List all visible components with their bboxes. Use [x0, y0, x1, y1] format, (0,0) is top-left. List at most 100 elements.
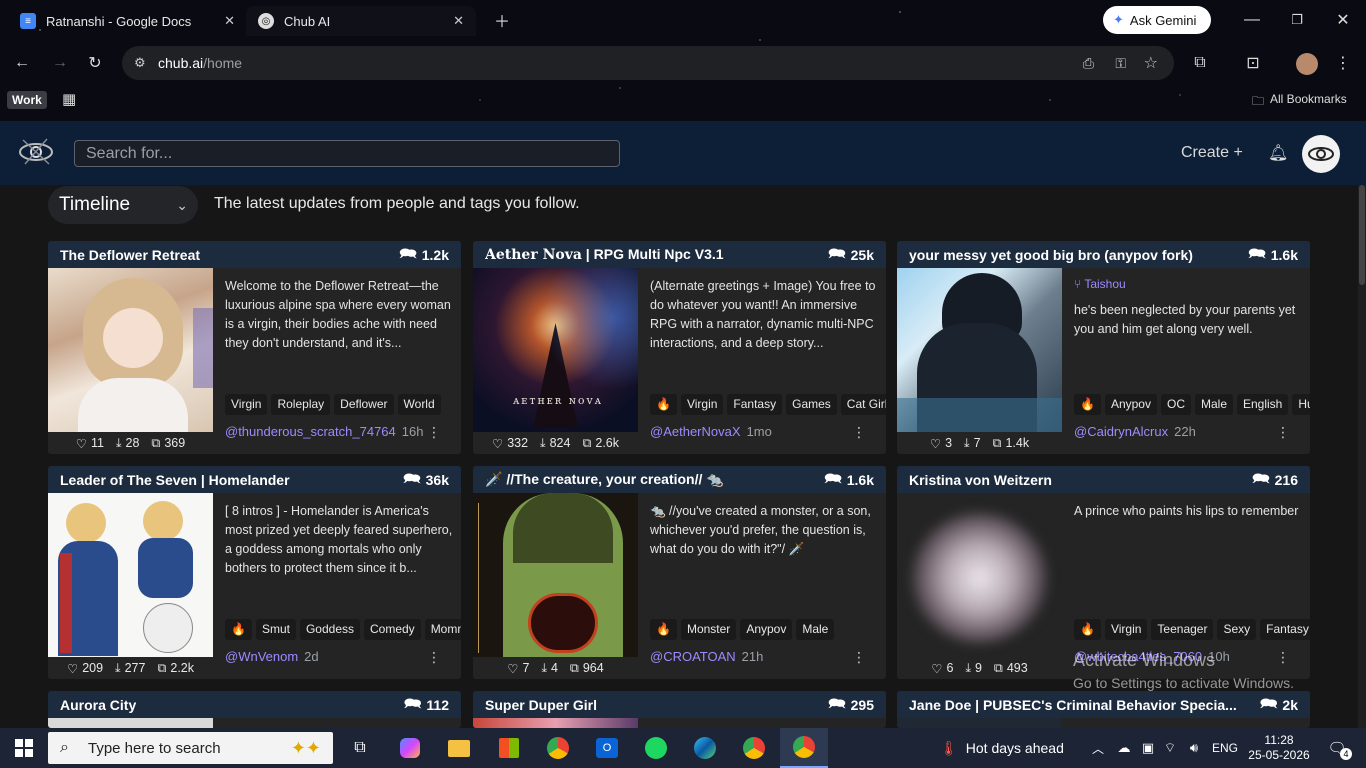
- windows-start-icon[interactable]: [0, 728, 48, 768]
- restore-icon[interactable]: ❐: [1285, 8, 1309, 32]
- chrome-icon[interactable]: [544, 728, 572, 768]
- likes-stat[interactable]: ♡ 332: [492, 436, 528, 451]
- scrollbar-thumb[interactable]: [1359, 185, 1365, 285]
- author-link[interactable]: @CROATOAN: [650, 649, 736, 664]
- tag[interactable]: Male: [1194, 394, 1233, 415]
- reload-icon[interactable]: ↻: [83, 51, 107, 75]
- more-options-icon[interactable]: ⋮: [1276, 424, 1290, 441]
- card-image[interactable]: [48, 493, 213, 657]
- card-image[interactable]: [897, 268, 1062, 432]
- tag[interactable]: Virgin: [225, 394, 268, 415]
- tag[interactable]: OC: [1160, 394, 1191, 415]
- minimize-icon[interactable]: —: [1240, 8, 1264, 32]
- more-options-icon[interactable]: ⋮: [427, 424, 441, 441]
- forward-icon[interactable]: →: [48, 51, 72, 75]
- chrome-profile-icon[interactable]: [740, 728, 768, 768]
- bell-icon[interactable]: 🔔︎: [1268, 143, 1288, 163]
- volume-icon[interactable]: 🔊︎: [1184, 728, 1204, 768]
- character-card[interactable]: The Deflower Retreat 🗪︎ 1.2k Welcome to t…: [48, 241, 461, 454]
- tag[interactable]: Momm: [424, 619, 461, 640]
- card-title[interactable]: 𝐀𝐞𝐭𝐡𝐞𝐫 𝐍𝐨𝐯𝐚 | RPG Multi Npc V3.1: [485, 246, 724, 263]
- card-image[interactable]: [48, 718, 213, 728]
- tag[interactable]: Games: [786, 394, 837, 415]
- tag[interactable]: Male: [796, 619, 835, 640]
- tag[interactable]: Goddess: [299, 619, 360, 640]
- card-title[interactable]: Aurora City: [60, 697, 136, 713]
- tag[interactable]: Teenager: [1151, 619, 1214, 640]
- card-image[interactable]: [473, 493, 638, 657]
- tag[interactable]: Deflower: [334, 394, 394, 415]
- tag[interactable]: Anypov: [1104, 394, 1157, 415]
- character-card[interactable]: Jane Doe | PUBSEC's Criminal Behavior Sp…: [897, 691, 1310, 728]
- card-image-blurred[interactable]: [897, 493, 1062, 657]
- character-card[interactable]: Aurora City 🗪︎ 112: [48, 691, 461, 728]
- card-title[interactable]: 🗡️ //The creature, your creation// 🐀: [485, 471, 724, 488]
- more-options-icon[interactable]: ⋮: [427, 649, 441, 666]
- meet-now-icon[interactable]: ▣: [1138, 728, 1158, 768]
- card-title[interactable]: Super Duper Girl: [485, 697, 597, 713]
- fire-tag[interactable]: 🔥: [1074, 394, 1101, 415]
- notification-center-icon[interactable]: 🗨︎ 4: [1322, 728, 1352, 768]
- author-link[interactable]: @WnVenom: [225, 649, 298, 664]
- fire-tag[interactable]: 🔥: [1074, 619, 1101, 640]
- card-title[interactable]: your messy yet good big bro (anypov fork…: [909, 247, 1193, 263]
- task-view-icon[interactable]: ⧉: [346, 728, 374, 768]
- password-key-icon[interactable]: ⚿: [1115, 55, 1126, 72]
- spotify-icon[interactable]: [642, 728, 670, 768]
- edge-icon[interactable]: [691, 728, 719, 768]
- character-card[interactable]: 𝐀𝐞𝐭𝐡𝐞𝐫 𝐍𝐨𝐯𝐚 | RPG Multi Npc V3.1 🗪︎ 25k ᴀ…: [473, 241, 886, 454]
- browser-menu-icon[interactable]: ⋮: [1331, 51, 1355, 75]
- file-explorer-icon[interactable]: [445, 728, 473, 768]
- chrome-active-icon[interactable]: [780, 728, 828, 768]
- copilot-icon[interactable]: [396, 728, 424, 768]
- extensions-icon[interactable]: ⧉: [1188, 51, 1212, 75]
- apps-grid-icon[interactable]: ▦: [62, 90, 76, 108]
- weather-widget[interactable]: 🌡︎ Hot days ahead: [940, 728, 1080, 768]
- user-avatar[interactable]: [1302, 135, 1340, 173]
- network-wifi-icon[interactable]: ⌔: [1160, 728, 1180, 768]
- tag[interactable]: Fantasy: [727, 394, 783, 415]
- tag[interactable]: Fantasy: [1260, 619, 1310, 640]
- tag[interactable]: Anypov: [740, 619, 793, 640]
- bookmark-star-icon[interactable]: ☆: [1144, 53, 1158, 73]
- language-indicator[interactable]: ENG: [1210, 728, 1240, 768]
- new-tab-icon[interactable]: ＋: [490, 8, 514, 32]
- all-bookmarks-button[interactable]: 🗀 All Bookmarks: [1252, 92, 1347, 113]
- likes-stat[interactable]: ♡ 7: [507, 661, 529, 676]
- card-image[interactable]: [897, 718, 1062, 728]
- card-title[interactable]: The Deflower Retreat: [60, 247, 200, 263]
- tab-google-docs[interactable]: ≡ Ratnanshi - Google Docs ✕: [20, 6, 235, 36]
- chub-logo-icon[interactable]: [17, 134, 55, 170]
- more-options-icon[interactable]: ⋮: [852, 424, 866, 441]
- author-link[interactable]: @thunderous_scratch_74764: [225, 424, 396, 439]
- character-card[interactable]: Super Duper Girl 🗪︎ 295: [473, 691, 886, 728]
- timeline-dropdown[interactable]: Timeline ⌄: [48, 186, 198, 224]
- site-info-icon[interactable]: ⚙: [134, 55, 146, 71]
- card-title[interactable]: Leader of The Seven | Homelander: [60, 472, 290, 488]
- likes-stat[interactable]: ♡ 11: [76, 436, 104, 451]
- tag[interactable]: Sexy: [1217, 619, 1257, 640]
- tag[interactable]: Hu: [1292, 394, 1310, 415]
- create-button[interactable]: Create +: [1181, 144, 1243, 162]
- outlook-icon[interactable]: O: [593, 728, 621, 768]
- search-input[interactable]: Search for...: [74, 140, 620, 167]
- character-card[interactable]: your messy yet good big bro (anypov fork…: [897, 241, 1310, 454]
- show-hidden-icons-icon[interactable]: ︿: [1090, 728, 1106, 768]
- tag[interactable]: Comedy: [364, 619, 421, 640]
- likes-stat[interactable]: ♡ 3: [930, 436, 952, 451]
- fire-tag[interactable]: 🔥: [650, 619, 677, 640]
- tag[interactable]: Monster: [680, 619, 737, 640]
- character-card[interactable]: Leader of The Seven | Homelander 🗪︎ 36k […: [48, 466, 461, 679]
- author-link[interactable]: @AetherNovaX: [650, 424, 741, 439]
- tag[interactable]: English: [1237, 394, 1289, 415]
- profile-avatar[interactable]: [1296, 53, 1318, 75]
- tag[interactable]: Cat Girl: [840, 394, 886, 415]
- install-app-icon[interactable]: ⎙: [1083, 55, 1094, 72]
- close-tab-icon[interactable]: ✕: [453, 13, 464, 29]
- tag[interactable]: Smut: [255, 619, 296, 640]
- card-title[interactable]: Kristina von Weitzern: [909, 472, 1052, 488]
- fire-tag[interactable]: 🔥: [650, 394, 677, 415]
- tag[interactable]: Virgin: [1104, 619, 1148, 640]
- taskbar-search-input[interactable]: ⌕ Type here to search ✦✦: [48, 732, 333, 764]
- microsoft-store-icon[interactable]: [495, 728, 523, 768]
